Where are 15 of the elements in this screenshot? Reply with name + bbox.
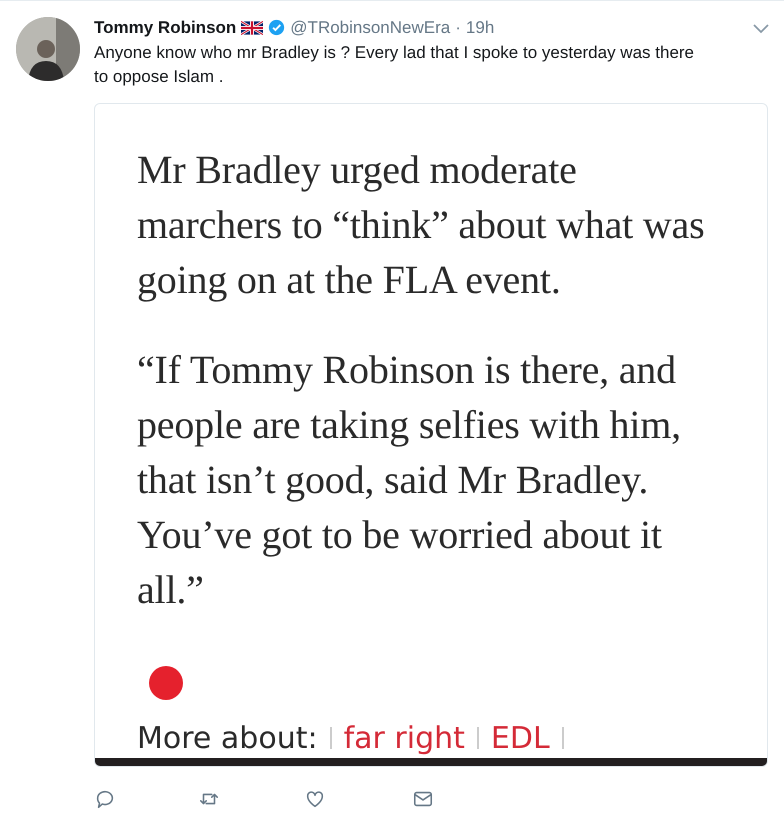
article-paragraph: Mr Bradley urged moderate marchers to “think” about what was going on at the FLA event. <box>137 146 706 304</box>
author-name[interactable]: Tommy Robinson <box>94 18 236 38</box>
topic-link[interactable]: far right <box>344 720 465 756</box>
caret-icon[interactable] <box>752 22 770 34</box>
flag-icon <box>241 20 264 35</box>
article-image[interactable] <box>94 102 768 767</box>
bullet-dot-icon <box>149 666 183 700</box>
topic-link[interactable]: EDL <box>490 720 550 756</box>
author-handle[interactable]: @TRobinsonNewEra <box>290 18 450 38</box>
reply-button[interactable] <box>94 788 116 810</box>
separator: · <box>455 18 461 38</box>
tweet-time[interactable]: 19h <box>466 18 494 38</box>
tweet-text: Anyone know who mr Bradley is ? Every lad that I spoke to yesterday was there to oppose Islam . <box>94 42 694 88</box>
article-paragraph: “If Tommy Robinson is there, and people are taking selfies with him, that isn’t good, said Mr Bradley. You’ve got to be worried about it all.” <box>137 346 682 614</box>
more-about-label: More about: <box>137 720 318 756</box>
